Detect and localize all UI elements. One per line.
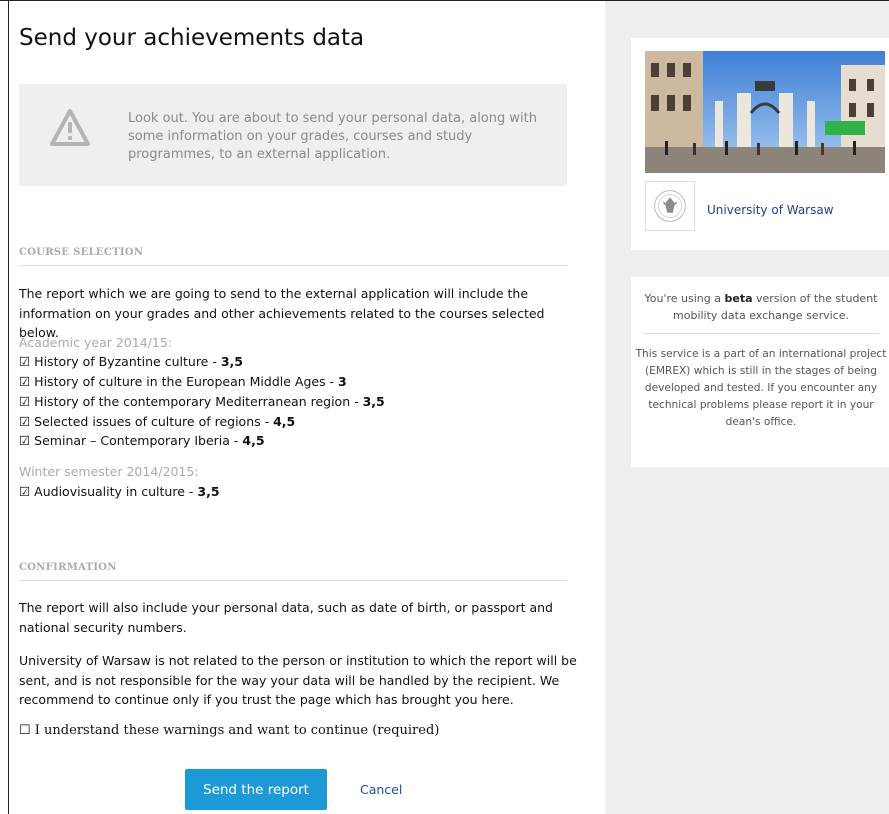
university-card: University of Warsaw [631, 38, 889, 250]
course-name: ☑ Seminar – Contemporary Iberia - [19, 433, 243, 448]
course-item: ☑ Audiovisuality in culture - 3,5 [19, 484, 220, 499]
send-report-button[interactable]: Send the report [185, 769, 327, 810]
confirmation-heading: CONFIRMATION [19, 562, 117, 573]
confirmation-para-2: University of Warsaw is not related to t… [19, 653, 577, 707]
course-item: ☑ History of the contemporary Mediterran… [19, 394, 385, 409]
course-grade: 3,5 [362, 394, 385, 409]
course-grade: 3 [338, 374, 347, 389]
beta-notice: You're using a beta version of the stude… [639, 290, 883, 324]
course-selection-intro: The report which we are going to send to… [19, 286, 545, 340]
course-grade: 4,5 [273, 414, 296, 429]
course-grade: 3,5 [197, 484, 220, 499]
course-item: ☑ History of Byzantine culture - 3,5 [19, 354, 243, 369]
project-note: This service is a part of an internation… [635, 348, 887, 428]
university-seal-logo [645, 181, 695, 231]
sidebar: University of Warsaw You're using a beta… [605, 1, 889, 814]
course-grade: 4,5 [242, 433, 265, 448]
beta-word: beta [724, 292, 753, 305]
page-title: Send your achievements data [19, 25, 365, 51]
course-name: ☑ Selected issues of culture of regions … [19, 414, 274, 429]
group-label: Winter semester 2014/2015: [19, 464, 199, 479]
section-divider [19, 580, 567, 581]
confirmation-para-1: The report will also include your person… [19, 600, 553, 635]
group-label: Academic year 2014/15: [19, 335, 172, 350]
course-item: ☑ Selected issues of culture of regions … [19, 414, 295, 429]
course-name: ☑ History of culture in the European Mid… [19, 374, 339, 389]
beta-info-card: You're using a beta version of the stude… [631, 277, 889, 467]
course-name: ☑ History of the contemporary Mediterran… [19, 394, 363, 409]
warning-text: Look out. You are about to send your per… [128, 111, 537, 162]
course-name: ☑ Audiovisuality in culture - [19, 484, 198, 499]
cancel-link[interactable]: Cancel [360, 782, 402, 797]
course-item: ☑ Seminar – Contemporary Iberia - 4,5 [19, 433, 265, 448]
course-selection-heading: COURSE SELECTION [19, 247, 144, 258]
section-divider [19, 265, 567, 266]
course-grade: 3,5 [220, 354, 243, 369]
course-item: ☑ History of culture in the European Mid… [19, 374, 347, 389]
main-panel: Send your achievements data Look out. Yo… [9, 1, 605, 814]
card-divider [643, 333, 879, 334]
beta-notice-text: You're using a [644, 292, 725, 305]
university-link[interactable]: University of Warsaw [707, 203, 834, 217]
course-name: ☑ History of Byzantine culture - [19, 354, 221, 369]
warning-box: Look out. You are about to send your per… [19, 84, 567, 186]
warning-icon [50, 109, 90, 146]
university-gate-photo [645, 51, 885, 173]
consent-checkbox[interactable]: ☐ I understand these warnings and want t… [19, 723, 439, 738]
